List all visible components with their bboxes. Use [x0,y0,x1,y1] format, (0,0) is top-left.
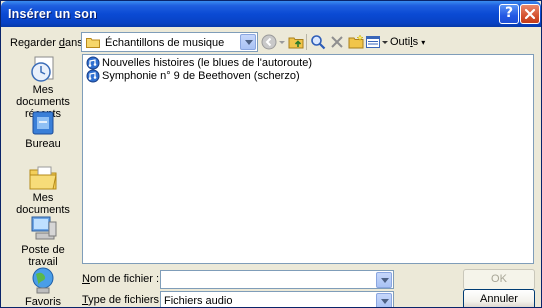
folder-icon [86,38,100,48]
cancel-button[interactable]: Annuler [463,289,535,307]
file-list[interactable]: Nouvelles histoires (le blues de l'autor… [82,54,534,264]
place-network-places[interactable]: Favoris réseau [8,266,78,307]
look-in-value: Échantillons de musique [105,37,225,49]
place-my-computer[interactable]: Poste de travail [8,214,78,268]
delete-icon[interactable] [329,34,345,50]
insert-sound-dialog: Insérer un son ? Regarder dans : Échanti… [0,0,542,308]
close-button[interactable] [520,4,540,24]
tools-dropdown-icon: ▾ [421,38,426,47]
close-icon [524,8,536,20]
my-computer-icon [31,216,57,240]
up-folder-icon[interactable] [288,34,304,50]
file-name-label: Nom de fichier : [82,273,160,285]
views-icon[interactable] [365,34,381,50]
place-desktop[interactable]: Bureau [8,108,78,150]
place-my-documents[interactable]: Mes documents [8,162,78,216]
audio-file-icon [86,69,100,83]
my-documents-icon [29,166,57,190]
chevron-down-icon[interactable] [376,272,392,288]
chevron-down-icon[interactable] [240,34,256,50]
file-type-dropdown[interactable]: Fichiers audio [160,291,394,307]
back-icon[interactable] [261,34,277,50]
desktop-icon [32,111,54,135]
views-dropdown-icon[interactable] [381,34,389,50]
network-places-icon [32,267,54,294]
toolbar-separator [306,34,307,50]
recent-documents-icon [31,56,54,82]
tools-menu[interactable]: Outils ▾ [390,36,425,48]
places-bar: Mes documents récents Bureau Mes documen… [8,54,78,307]
chevron-down-icon[interactable] [376,293,392,307]
file-name-field[interactable] [160,270,394,289]
look-in-label: Regarder dans : [10,37,89,49]
new-folder-icon[interactable] [348,34,364,50]
back-dropdown-icon[interactable] [278,34,286,50]
help-button[interactable]: ? [499,4,519,24]
title-bar[interactable]: Insérer un son ? [1,1,541,27]
ok-button[interactable]: OK [463,269,535,290]
window-title: Insérer un son [8,7,97,21]
look-in-dropdown[interactable]: Échantillons de musique [81,32,258,52]
search-web-icon[interactable] [310,34,326,50]
audio-file-icon [86,56,100,70]
file-type-label: Type de fichiers : [82,294,166,306]
